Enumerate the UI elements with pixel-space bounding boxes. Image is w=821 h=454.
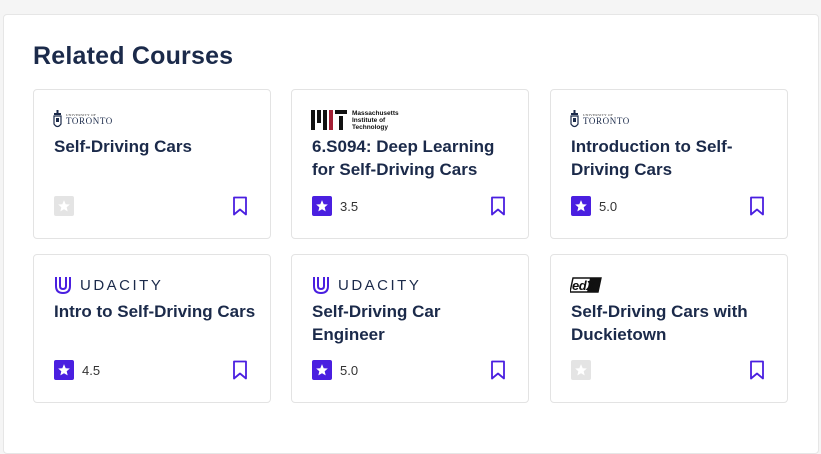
provider-logo: UNIVERSITY OF TORONTO — [570, 108, 630, 132]
logo-text: edX — [572, 277, 595, 293]
logo-text-line: Massachusetts — [352, 109, 399, 117]
logo-text-line: Institute of — [352, 116, 386, 124]
rating-value: 5.0 — [599, 198, 618, 214]
rating — [54, 196, 74, 216]
course-card[interactable]: UDACITY Intro to Self-Driving Cars 4.5 — [33, 254, 271, 403]
bookmark-icon[interactable] — [749, 360, 765, 380]
rating: 3.5 — [312, 196, 358, 216]
mit-logo-icon — [311, 110, 347, 130]
course-title[interactable]: Self-Driving Cars — [54, 135, 256, 158]
star-icon — [54, 360, 74, 380]
logo-text: UDACITY — [80, 276, 164, 294]
uoft-crest-icon — [570, 110, 579, 128]
course-card[interactable]: UNIVERSITY OF TORONTO Introduction to Se… — [550, 89, 788, 239]
course-card[interactable]: UNIVERSITY OF TORONTO Self-Driving Cars — [33, 89, 271, 239]
provider-logo: edX — [570, 273, 602, 297]
rating-value: 5.0 — [340, 362, 359, 378]
provider-logo: UDACITY — [311, 273, 421, 297]
star-icon — [571, 196, 591, 216]
provider-logo: Massachusetts Institute of Technology — [311, 108, 399, 132]
star-icon — [312, 196, 332, 216]
rating-value: 4.5 — [82, 362, 101, 378]
logo-text: UDACITY — [338, 276, 422, 294]
rating: 4.5 — [54, 360, 100, 380]
bookmark-icon[interactable] — [749, 196, 765, 216]
logo-text: TORONTO — [66, 116, 113, 127]
course-card[interactable]: edX Self-Driving Cars with Duckietown — [550, 254, 788, 403]
uoft-crest-icon — [53, 110, 62, 128]
course-title[interactable]: 6.S094: Deep Learning for Self-Driving C… — [312, 135, 514, 181]
provider-logo: UDACITY — [53, 273, 163, 297]
rating: 5.0 — [312, 360, 358, 380]
star-icon — [571, 360, 591, 380]
udacity-u-icon — [313, 277, 329, 295]
provider-logo: UNIVERSITY OF TORONTO — [53, 108, 113, 132]
rating-value: 3.5 — [340, 198, 359, 214]
bookmark-icon[interactable] — [490, 360, 506, 380]
bookmark-icon[interactable] — [232, 360, 248, 380]
logo-text-line: Technology — [352, 123, 388, 131]
bookmark-icon[interactable] — [490, 196, 506, 216]
star-icon — [312, 360, 332, 380]
star-icon — [54, 196, 74, 216]
course-title[interactable]: Intro to Self-Driving Cars — [54, 300, 256, 323]
udacity-u-icon — [55, 277, 71, 295]
bookmark-icon[interactable] — [232, 196, 248, 216]
rating — [571, 360, 591, 380]
section-title: Related Courses — [33, 42, 234, 70]
rating: 5.0 — [571, 196, 617, 216]
course-title[interactable]: Introduction to Self-Driving Cars — [571, 135, 773, 181]
course-title[interactable]: Self-Driving Cars with Duckietown — [571, 300, 773, 346]
course-card[interactable]: Massachusetts Institute of Technology 6.… — [291, 89, 529, 239]
course-card[interactable]: UDACITY Self-Driving Car Engineer 5.0 — [291, 254, 529, 403]
course-title[interactable]: Self-Driving Car Engineer — [312, 300, 514, 346]
logo-text: TORONTO — [583, 116, 630, 127]
